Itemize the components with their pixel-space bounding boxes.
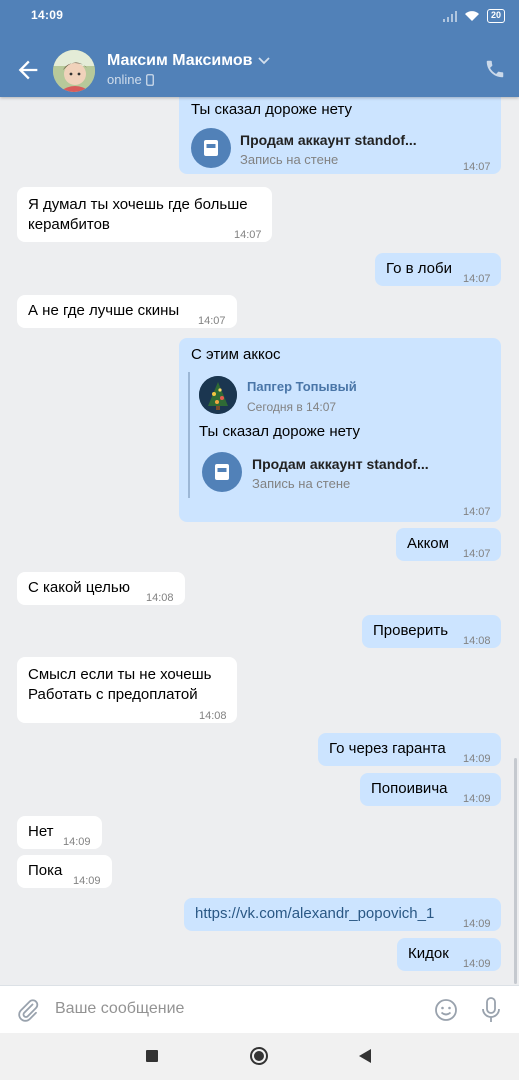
forward-date: Сегодня в 14:07 xyxy=(247,400,337,414)
attachment-subtitle: Запись на стене xyxy=(240,152,339,167)
arrow-left-icon[interactable] xyxy=(14,56,42,84)
battery-icon: 20 xyxy=(486,9,505,23)
mobile-icon xyxy=(145,73,154,86)
message-time: 14:09 xyxy=(463,958,491,970)
home-button[interactable] xyxy=(250,1047,268,1065)
message-time: 14:07 xyxy=(463,273,491,285)
forward-text: Ты сказал дороже нету xyxy=(199,423,360,440)
message-text: Го в лоби xyxy=(386,260,452,277)
message-text: Я думал ты хочешь где больше xyxy=(28,196,248,213)
contact-name-text: Максим Максимов xyxy=(107,52,253,69)
message-composer: Ваше сообщение xyxy=(0,985,519,1033)
smile-icon[interactable] xyxy=(434,998,458,1022)
message-input[interactable]: Ваше сообщение xyxy=(55,1000,184,1018)
message-incoming[interactable]: А не где лучше скины 14:07 xyxy=(17,295,237,328)
message-text: А не где лучше скины xyxy=(28,302,180,319)
wall-post-icon xyxy=(191,128,231,168)
forward-author-avatar xyxy=(199,376,237,414)
message-text: Работать с предоплатой xyxy=(28,686,198,703)
message-time: 14:07 xyxy=(463,548,491,560)
avatar[interactable] xyxy=(53,50,95,92)
message-time: 14:08 xyxy=(199,710,227,722)
message-time: 14:08 xyxy=(146,592,174,604)
message-text: Смысл если ты не хочешь xyxy=(28,666,212,683)
back-button[interactable] xyxy=(359,1049,371,1063)
message-time: 14:07 xyxy=(198,315,226,327)
contact-name[interactable]: Максим Максимов xyxy=(107,52,271,70)
message-outgoing[interactable]: Ты сказал дороже нету Продам аккаунт sta… xyxy=(179,97,501,174)
message-time: 14:09 xyxy=(63,836,91,848)
message-time: 14:09 xyxy=(463,918,491,930)
message-text: Попоивича xyxy=(371,780,448,797)
message-time: 14:07 xyxy=(234,229,262,241)
message-time: 14:07 xyxy=(463,506,491,518)
forward-author-name[interactable]: Папгер Топывый xyxy=(247,377,357,397)
message-outgoing[interactable]: Проверить 14:08 xyxy=(362,615,501,648)
message-text: Акком xyxy=(407,535,449,552)
scrollbar[interactable] xyxy=(514,758,517,984)
status-bar: 14:09 20 xyxy=(0,0,519,32)
status-icons: 20 xyxy=(442,8,505,24)
message-outgoing[interactable]: Попоивича 14:09 xyxy=(360,773,501,806)
chat-header: 14:09 20 Максим Максимов online xyxy=(0,0,519,97)
forwarded-message[interactable]: Папгер Топывый Сегодня в 14:07 Ты сказал… xyxy=(188,372,488,498)
microphone-icon[interactable] xyxy=(481,997,501,1023)
message-text: С этим аккос xyxy=(191,346,281,363)
message-time: 14:09 xyxy=(463,793,491,805)
chevron-down-icon xyxy=(258,57,271,65)
message-incoming[interactable]: Смысл если ты не хочешь Работать с предо… xyxy=(17,657,237,723)
message-outgoing[interactable]: Го в лоби 14:07 xyxy=(375,253,501,286)
message-incoming[interactable]: Я думал ты хочешь где больше керамбитов … xyxy=(17,187,272,242)
recents-button[interactable] xyxy=(146,1050,158,1062)
wall-post-icon xyxy=(202,452,242,492)
attachment-title[interactable]: Продам аккаунт standof... xyxy=(240,130,417,150)
message-time: 14:09 xyxy=(73,875,101,887)
attachment-title[interactable]: Продам аккаунт standof... xyxy=(252,454,429,474)
message-text: Проверить xyxy=(373,622,449,639)
message-text: С какой целью xyxy=(28,579,130,596)
wifi-icon xyxy=(464,11,479,21)
paperclip-icon[interactable] xyxy=(16,998,40,1022)
message-text: Пока xyxy=(28,862,63,879)
message-incoming[interactable]: С какой целью 14:08 xyxy=(17,572,185,605)
message-incoming[interactable]: Пока 14:09 xyxy=(17,855,112,888)
message-outgoing[interactable]: Акком 14:07 xyxy=(396,528,501,561)
message-outgoing[interactable]: Го через гаранта 14:09 xyxy=(318,733,501,766)
message-time: 14:09 xyxy=(463,753,491,765)
system-nav-bar xyxy=(0,1033,519,1080)
message-list[interactable]: Ты сказал дороже нету Продам аккаунт sta… xyxy=(0,97,519,985)
phone-icon[interactable] xyxy=(484,58,506,80)
message-text: Нет xyxy=(28,823,54,840)
message-time: 14:07 xyxy=(463,161,491,173)
message-text: Го через гаранта xyxy=(329,740,446,757)
message-link[interactable]: https://vk.com/alexandr_popovich_1 xyxy=(195,904,455,924)
online-status: online xyxy=(107,72,142,87)
signal-icon xyxy=(442,10,457,22)
contact-status: online xyxy=(107,72,154,87)
message-time: 14:08 xyxy=(463,635,491,647)
message-text: Кидок xyxy=(408,945,449,962)
message-outgoing[interactable]: https://vk.com/alexandr_popovich_1 14:09 xyxy=(184,898,501,931)
message-outgoing[interactable]: Кидок 14:09 xyxy=(397,938,501,971)
message-incoming[interactable]: Нет 14:09 xyxy=(17,816,102,849)
status-time: 14:09 xyxy=(31,8,64,22)
message-outgoing[interactable]: С этим аккос Папгер Топывый Сегодня в 14… xyxy=(179,338,501,522)
message-text: Ты сказал дороже нету xyxy=(191,101,352,118)
attachment-subtitle: Запись на стене xyxy=(252,476,351,491)
message-text: керамбитов xyxy=(28,216,110,233)
